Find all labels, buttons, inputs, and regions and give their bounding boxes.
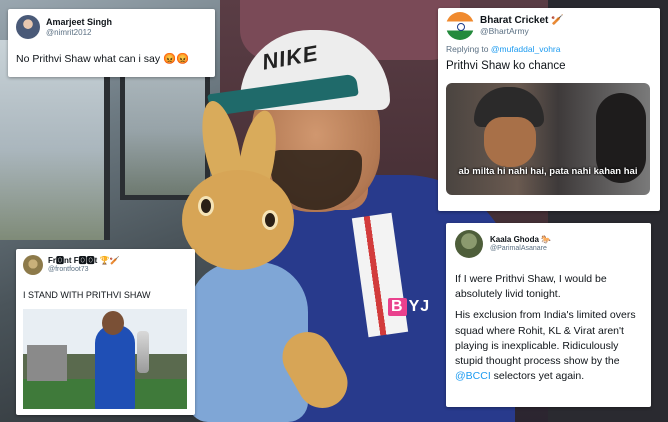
tweet-header: Fr🅾nt F🅾🅾t 🏆🏏 @frontfoot73 xyxy=(23,255,188,275)
display-name[interactable]: Amarjeet Singh xyxy=(46,17,112,27)
tweet-text: I STAND WITH PRITHVI SHAW xyxy=(23,290,151,300)
media-caption: ab milta hi nahi hai, pata nahi kahan ha… xyxy=(458,166,638,177)
avatar[interactable] xyxy=(16,15,40,39)
tweet-header: Kaala Ghoda 🐎 @ParimalAsanare xyxy=(455,230,642,258)
tweet-header: Bharat Cricket 🏏 @BhartArmy xyxy=(446,12,652,40)
bcci-mention-link[interactable]: @BCCI xyxy=(455,370,491,382)
tweet-text: Prithvi Shaw ko chance xyxy=(446,60,566,72)
user-handle[interactable]: @frontfoot73 xyxy=(48,266,119,274)
media-player-head xyxy=(102,311,124,335)
display-name[interactable]: Fr🅾nt F🅾🅾t 🏆🏏 xyxy=(48,256,119,265)
tweet-header: Amarjeet Singh @nimrit2012 xyxy=(16,15,207,39)
tweet-media-image[interactable] xyxy=(23,309,187,409)
media-stadium-stand xyxy=(27,345,67,381)
tweet-card-front-foot[interactable]: Fr🅾nt F🅾🅾t 🏆🏏 @frontfoot73 I STAND WITH … xyxy=(16,249,195,415)
media-player xyxy=(95,325,135,409)
reply-context: Replying to @mufaddal_vohra xyxy=(446,44,561,54)
tweet-text-paragraph-2: His exclusion from India's limited overs… xyxy=(455,309,636,383)
plush-eye-right xyxy=(262,210,278,230)
media-face xyxy=(484,117,536,167)
media-trophy xyxy=(137,331,149,373)
tweet-text: No Prithvi Shaw what can i say 😡😡 xyxy=(16,53,190,65)
plush-eye-left xyxy=(198,196,214,216)
avatar[interactable] xyxy=(23,255,43,275)
tweet-text-paragraph-1: If I were Prithvi Shaw, I would be absol… xyxy=(455,273,607,301)
user-handle[interactable]: @nimrit2012 xyxy=(46,28,112,37)
tweet-card-kaala-ghoda[interactable]: Kaala Ghoda 🐎 @ParimalAsanare If I were … xyxy=(446,223,651,407)
reply-mention-link[interactable]: @mufaddal_vohra xyxy=(491,44,561,54)
display-name[interactable]: Kaala Ghoda 🐎 xyxy=(490,235,551,244)
jersey-sponsor: B YJ xyxy=(388,298,430,316)
user-handle[interactable]: @ParimalAsanare xyxy=(490,245,551,253)
avatar[interactable] xyxy=(446,12,474,40)
user-handle[interactable]: @BhartArmy xyxy=(480,26,564,37)
tweet-media-image[interactable]: ab milta hi nahi hai, pata nahi kahan ha… xyxy=(446,83,650,195)
avatar[interactable] xyxy=(455,230,483,258)
tweet-card-amarjeet[interactable]: Amarjeet Singh @nimrit2012 No Prithvi Sh… xyxy=(8,9,215,77)
tweet-card-bharat-cricket[interactable]: Bharat Cricket 🏏 @BhartArmy Replying to … xyxy=(438,8,660,211)
